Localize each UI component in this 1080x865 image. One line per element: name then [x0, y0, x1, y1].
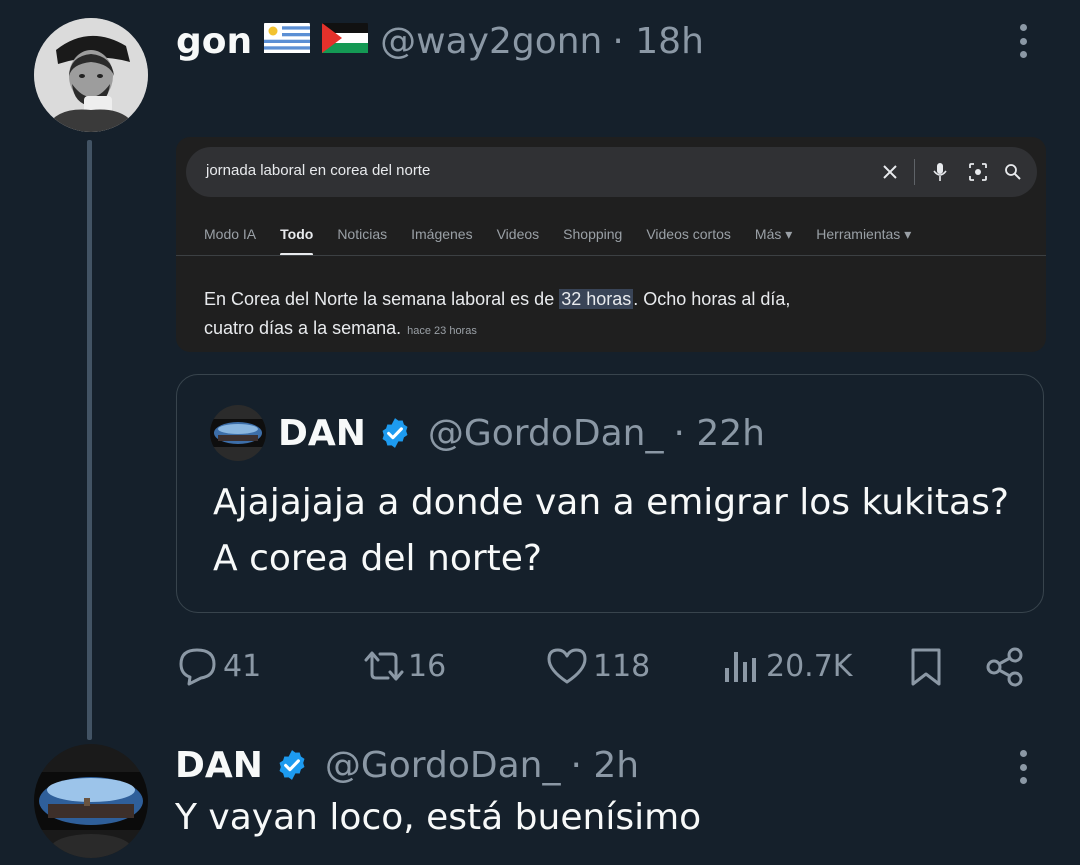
result-text-end: . Ocho horas al día, — [633, 289, 791, 309]
search-divider — [914, 159, 915, 185]
bookmark-button[interactable] — [908, 646, 944, 688]
quoted-author-name: DAN — [278, 412, 366, 454]
like-count: 118 — [593, 648, 651, 684]
tab-shopping: Shopping — [563, 226, 623, 242]
tab-herramientas: Herramientas ▾ — [816, 226, 912, 242]
quoted-tweet-header: DAN @GordoDan_ · 22h — [278, 410, 765, 456]
attached-image[interactable]: jornada laboral en corea del norte Modo … — [176, 137, 1046, 352]
repost-button[interactable]: 16 — [360, 646, 446, 686]
bookmark-icon — [911, 648, 941, 686]
uruguay-flag-icon — [264, 21, 311, 62]
verified-badge-icon — [275, 748, 309, 782]
reply-header: DAN @GordoDan_ · 2h — [175, 742, 639, 788]
repost-count: 16 — [408, 648, 447, 684]
repost-icon — [364, 651, 404, 681]
reply-author-name[interactable]: DAN — [175, 745, 263, 786]
search-icon — [998, 157, 1028, 187]
reply-icon — [179, 648, 216, 686]
thread-connector-line — [87, 140, 92, 740]
author-handle[interactable]: @way2gonn — [380, 21, 602, 62]
reply-text: Y vayan loco, está buenísimo — [175, 797, 702, 838]
tab-todo: Todo — [280, 226, 314, 256]
result-time: hace 23 horas — [407, 325, 477, 337]
microphone-icon — [925, 157, 955, 187]
search-query: jornada laboral en corea del norte — [206, 162, 431, 179]
heart-icon — [547, 648, 587, 684]
tab-noticias: Noticias — [337, 226, 388, 242]
quoted-timestamp: · 22h — [673, 412, 765, 454]
result-line-2: cuatro días a la semana. — [204, 318, 402, 338]
more-options-icon[interactable] — [1018, 24, 1028, 58]
google-search-bar: jornada laboral en corea del norte — [186, 147, 1037, 197]
like-button[interactable]: 118 — [545, 646, 650, 686]
reply-button[interactable]: 41 — [177, 646, 261, 686]
post-timestamp[interactable]: · 18h — [612, 21, 704, 62]
tabs-divider — [176, 255, 1046, 256]
post-header: gon @way2gonn · 18h — [176, 18, 704, 64]
tab-modo-ia: Modo IA — [204, 226, 257, 242]
tab-mas: Más ▾ — [754, 226, 793, 242]
view-count: 20.7K — [766, 648, 853, 684]
tab-videos: Videos — [496, 226, 540, 242]
quoted-author-handle: @GordoDan_ — [427, 412, 664, 454]
clear-icon — [875, 157, 905, 187]
avatar-gon[interactable] — [34, 18, 148, 132]
quoted-author-avatar — [210, 405, 266, 461]
share-button[interactable] — [984, 646, 1026, 688]
palestine-flag-icon — [322, 21, 369, 62]
tab-videos-cortos: Videos cortos — [646, 226, 731, 242]
result-highlight: 32 horas — [559, 289, 634, 309]
search-result-snippet: En Corea del Norte la semana laboral es … — [204, 285, 904, 346]
author-name[interactable]: gon — [176, 21, 252, 62]
reply-more-options-icon[interactable] — [1018, 750, 1028, 784]
lens-icon — [963, 157, 993, 187]
views-button[interactable]: 20.7K — [722, 646, 852, 686]
reply-timestamp[interactable]: · 2h — [570, 745, 639, 786]
quoted-tweet-text: Ajajajaja a donde van a emigrar los kuki… — [213, 482, 1009, 579]
result-text-start: En Corea del Norte la semana laboral es … — [204, 289, 560, 309]
verified-badge-icon — [378, 416, 412, 450]
share-icon — [986, 647, 1023, 687]
reply-author-handle[interactable]: @GordoDan_ — [325, 745, 561, 786]
google-tabs: Modo IA Todo Noticias Imágenes Videos Sh… — [204, 226, 935, 256]
tab-imagenes: Imágenes — [411, 226, 473, 242]
views-icon — [725, 652, 756, 682]
avatar-dan[interactable] — [34, 744, 148, 858]
reply-count: 41 — [223, 648, 262, 684]
